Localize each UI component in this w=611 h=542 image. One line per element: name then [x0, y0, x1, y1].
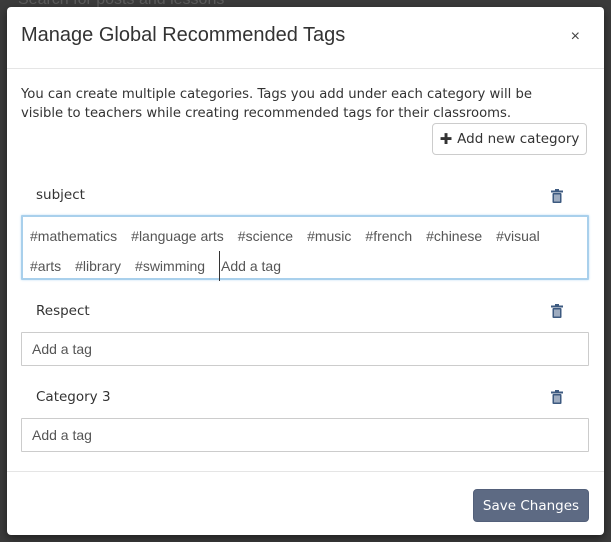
category-name: Category 3: [36, 389, 111, 405]
save-changes-button[interactable]: Save Changes: [473, 489, 589, 522]
tag-chip[interactable]: #arts: [30, 251, 61, 281]
modal-header: Manage Global Recommended Tags ×: [7, 7, 604, 69]
trash-icon[interactable]: [551, 304, 563, 318]
tag-chip[interactable]: #language arts: [131, 221, 224, 251]
tag-input-box[interactable]: Add a tag: [21, 332, 589, 366]
tag-chip[interactable]: #french: [365, 221, 412, 251]
manage-tags-modal: Manage Global Recommended Tags × You can…: [7, 7, 604, 535]
tag-chip[interactable]: #music: [307, 221, 351, 251]
tag-chip[interactable]: #visual: [496, 221, 540, 251]
category-name: subject: [36, 187, 85, 203]
add-tag-input[interactable]: Add a tag: [32, 419, 92, 451]
plus-icon: ✚: [439, 130, 453, 148]
add-tag-input[interactable]: Add a tag: [219, 251, 281, 281]
tag-input-box[interactable]: Add a tag: [21, 418, 589, 452]
tag-chip[interactable]: #swimming: [135, 251, 205, 281]
add-new-category-button[interactable]: ✚ Add new category: [432, 123, 587, 155]
add-tag-input[interactable]: Add a tag: [32, 333, 92, 365]
intro-text: You can create multiple categories. Tags…: [21, 87, 532, 121]
tag-chip[interactable]: #chinese: [426, 221, 482, 251]
add-category-label: Add new category: [457, 131, 580, 147]
tag-chip[interactable]: #mathematics: [30, 221, 117, 251]
category-name: Respect: [36, 303, 90, 319]
trash-icon[interactable]: [551, 390, 563, 404]
tag-chip[interactable]: #science: [238, 221, 293, 251]
modal-footer: Save Changes: [7, 471, 604, 535]
trash-icon[interactable]: [551, 189, 563, 203]
tag-input-box[interactable]: #mathematics #language arts #science #mu…: [21, 215, 589, 281]
tag-chip[interactable]: #library: [75, 251, 121, 281]
close-icon[interactable]: ×: [571, 29, 580, 45]
modal-title: Manage Global Recommended Tags: [21, 24, 346, 46]
